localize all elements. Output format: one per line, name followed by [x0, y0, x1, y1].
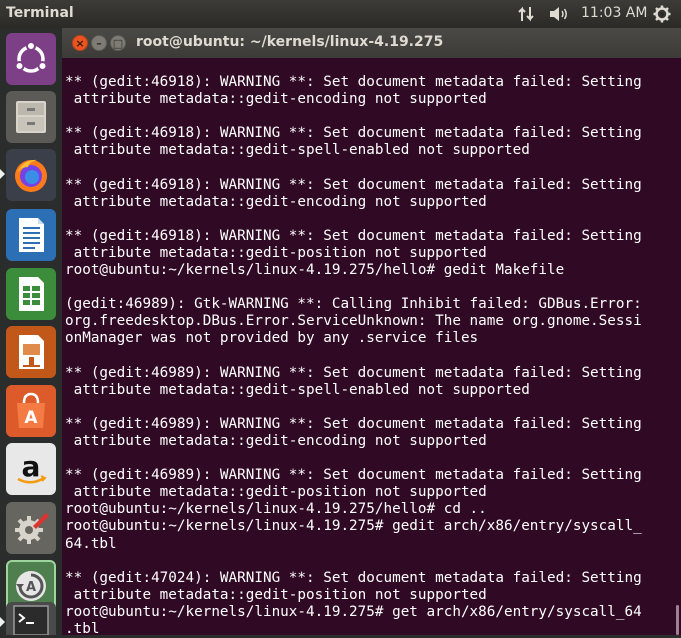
terminal-output[interactable]: ** (gedit:46918): WARNING **: Set docume… [65, 74, 677, 638]
terminal-line: onManager was not provided by any .servi… [65, 330, 479, 347]
launcher: A a A [0, 28, 63, 635]
terminal-line: ** (gedit:46918): WARNING **: Set docume… [65, 74, 642, 90]
maximize-button[interactable]: □ [110, 35, 126, 51]
terminal-line: root@ubuntu:~/kernels/linux-4.19.275# ge… [65, 603, 642, 620]
amazon-icon[interactable]: a [6, 443, 56, 495]
terminal-line: attribute metadata::gedit-encoding not s… [65, 91, 487, 108]
terminal-line: ** (gedit:46918): WARNING **: Set docume… [65, 176, 642, 193]
terminal-line: attribute metadata::gedit-spell-enabled … [65, 142, 530, 159]
gear-icon[interactable] [653, 5, 671, 23]
svg-text:A: A [24, 408, 38, 428]
ubuntu-dash-icon[interactable] [6, 33, 56, 85]
terminal-line: attribute metadata::gedit-position not s… [65, 484, 487, 501]
libreoffice-impress-icon[interactable] [6, 326, 56, 378]
terminal-line: org.freedesktop.DBus.Error.ServiceUnknow… [65, 313, 642, 330]
minimize-button[interactable]: – [91, 35, 107, 51]
firefox-icon[interactable] [6, 149, 56, 201]
terminal-line: ** (gedit:46989): WARNING **: Set docume… [65, 467, 642, 484]
terminal-window: × – □ root@ubuntu: ~/kernels/linux-4.19.… [62, 28, 681, 638]
terminal-line: ** (gedit:46918): WARNING **: Set docume… [65, 125, 642, 142]
top-panel: Terminal 11:03 AM [0, 0, 681, 28]
terminal-line: ** (gedit:46989): WARNING **: Set docume… [65, 364, 642, 381]
terminal-line: 64.tbl [65, 535, 117, 552]
files-icon[interactable] [6, 91, 56, 143]
terminal-line: root@ubuntu:~/kernels/linux-4.19.275/hel… [65, 262, 565, 279]
libreoffice-writer-icon[interactable] [6, 209, 56, 261]
terminal-line: attribute metadata::gedit-position not s… [65, 586, 487, 603]
libreoffice-calc-icon[interactable] [6, 268, 56, 320]
terminal-line: root@ubuntu:~/kernels/linux-4.19.275/hel… [65, 501, 487, 518]
terminal-icon[interactable] [6, 602, 56, 635]
terminal-line: attribute metadata::gedit-spell-enabled … [65, 381, 530, 398]
terminal-line: attribute metadata::gedit-encoding not s… [65, 193, 487, 210]
scrollbar-thumb[interactable] [676, 605, 679, 635]
volume-icon[interactable] [549, 6, 569, 22]
system-settings-icon[interactable] [6, 502, 56, 554]
terminal-line: root@ubuntu:~/kernels/linux-4.19.275# ge… [65, 518, 642, 535]
terminal-line: ** (gedit:47024): WARNING **: Set docume… [65, 569, 642, 586]
terminal-line: (gedit:46989): Gtk-WARNING **: Calling I… [65, 296, 642, 313]
svg-text:a: a [22, 450, 41, 483]
terminal-line: .tbl [65, 621, 100, 637]
app-title: Terminal [6, 5, 74, 21]
terminal-line: attribute metadata::gedit-position not s… [65, 244, 487, 261]
window-titlebar[interactable]: × – □ root@ubuntu: ~/kernels/linux-4.19.… [62, 28, 681, 58]
clock[interactable]: 11:03 AM [581, 5, 647, 21]
svg-text:A: A [26, 580, 36, 595]
terminal-line: attribute metadata::gedit-encoding not s… [65, 432, 487, 449]
software-center-icon[interactable]: A [6, 385, 56, 437]
window-title: root@ubuntu: ~/kernels/linux-4.19.275 [136, 34, 444, 50]
terminal-line: ** (gedit:46918): WARNING **: Set docume… [65, 227, 642, 244]
network-icon[interactable] [516, 5, 536, 23]
terminal-line: ** (gedit:46989): WARNING **: Set docume… [65, 415, 642, 432]
close-button[interactable]: × [72, 35, 88, 51]
